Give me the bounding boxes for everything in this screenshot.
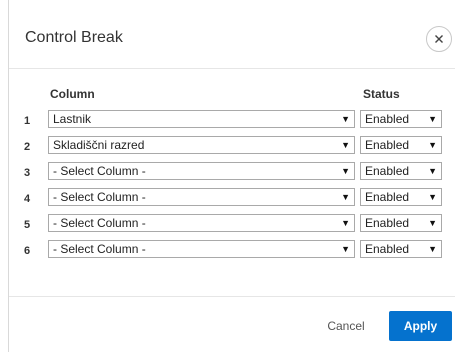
- status-select-value: Enabled: [365, 190, 410, 204]
- row-number: 2: [24, 141, 31, 153]
- table-row: 3 - Select Column - ▼ Enabled ▼: [9, 162, 455, 182]
- status-select[interactable]: Enabled ▼: [360, 214, 442, 232]
- control-break-dialog: Control Break Column Status 1 Lastnik ▼ …: [8, 0, 455, 352]
- column-select-value: - Select Column -: [53, 242, 146, 256]
- dropdown-arrow-icon: ▼: [428, 140, 437, 150]
- row-number: 1: [24, 115, 31, 127]
- status-select[interactable]: Enabled ▼: [360, 110, 442, 128]
- column-select-value: - Select Column -: [53, 216, 146, 230]
- table-row: 1 Lastnik ▼ Enabled ▼: [9, 110, 455, 130]
- status-select[interactable]: Enabled ▼: [360, 162, 442, 180]
- status-header: Status: [363, 87, 400, 101]
- column-select[interactable]: Lastnik ▼: [48, 110, 355, 128]
- column-select-value: Skladiščni razred: [53, 138, 145, 152]
- status-select-value: Enabled: [365, 216, 410, 230]
- column-select-value: Lastnik: [53, 112, 92, 126]
- status-select-value: Enabled: [365, 138, 410, 152]
- row-number: 3: [24, 167, 31, 179]
- table-row: 6 - Select Column - ▼ Enabled ▼: [9, 240, 455, 260]
- column-select[interactable]: - Select Column - ▼: [48, 188, 355, 206]
- table-row: 5 - Select Column - ▼ Enabled ▼: [9, 214, 455, 234]
- status-select-value: Enabled: [365, 112, 410, 126]
- table-row: 4 - Select Column - ▼ Enabled ▼: [9, 188, 455, 208]
- column-select[interactable]: - Select Column - ▼: [48, 240, 355, 258]
- dropdown-arrow-icon: ▼: [341, 244, 350, 254]
- dropdown-arrow-icon: ▼: [428, 192, 437, 202]
- dropdown-arrow-icon: ▼: [428, 114, 437, 124]
- dialog-header: Control Break: [9, 0, 455, 69]
- status-select-value: Enabled: [365, 242, 410, 256]
- column-select[interactable]: Skladiščni razred ▼: [48, 136, 355, 154]
- status-select-value: Enabled: [365, 164, 410, 178]
- close-button[interactable]: [426, 26, 452, 52]
- dropdown-arrow-icon: ▼: [428, 218, 437, 228]
- dropdown-arrow-icon: ▼: [341, 166, 350, 176]
- dropdown-arrow-icon: ▼: [428, 244, 437, 254]
- status-select[interactable]: Enabled ▼: [360, 136, 442, 154]
- close-icon: [435, 35, 443, 43]
- dropdown-arrow-icon: ▼: [341, 192, 350, 202]
- dialog-title: Control Break: [25, 29, 123, 46]
- row-number: 5: [24, 219, 31, 231]
- status-select[interactable]: Enabled ▼: [360, 240, 442, 258]
- row-number: 4: [24, 193, 31, 205]
- dropdown-arrow-icon: ▼: [428, 166, 437, 176]
- column-select-value: - Select Column -: [53, 164, 146, 178]
- dropdown-arrow-icon: ▼: [341, 140, 350, 150]
- row-number: 6: [24, 245, 31, 257]
- cancel-button[interactable]: Cancel: [313, 311, 379, 341]
- dialog-footer: Cancel Apply: [9, 296, 455, 353]
- column-select[interactable]: - Select Column - ▼: [48, 162, 355, 180]
- table-row: 2 Skladiščni razred ▼ Enabled ▼: [9, 136, 455, 156]
- column-header: Column: [50, 87, 95, 101]
- dropdown-arrow-icon: ▼: [341, 218, 350, 228]
- column-select-value: - Select Column -: [53, 190, 146, 204]
- apply-button[interactable]: Apply: [389, 311, 452, 341]
- column-select[interactable]: - Select Column - ▼: [48, 214, 355, 232]
- status-select[interactable]: Enabled ▼: [360, 188, 442, 206]
- dropdown-arrow-icon: ▼: [341, 114, 350, 124]
